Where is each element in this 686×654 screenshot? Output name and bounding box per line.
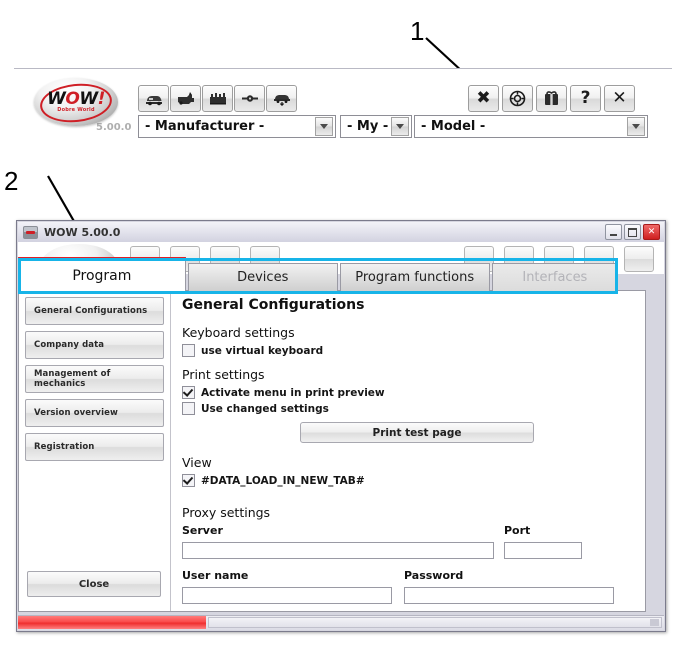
dialog-title: WOW 5.00.0 bbox=[44, 225, 121, 239]
username-input[interactable] bbox=[182, 587, 392, 604]
toolbar-close-button[interactable]: ✕ bbox=[604, 85, 635, 112]
toolbar-engine-button[interactable] bbox=[170, 85, 201, 112]
server-field-group: Server bbox=[182, 524, 494, 559]
checkbox-box[interactable] bbox=[182, 344, 195, 357]
checkbox-use-changed-settings[interactable]: Use changed settings bbox=[182, 402, 631, 415]
settings-icon bbox=[509, 90, 526, 107]
chevron-down-icon[interactable] bbox=[391, 117, 409, 136]
general-configurations-panel: General Configurations Keyboard settings… bbox=[172, 291, 645, 611]
tab-interfaces: Interfaces bbox=[491, 263, 618, 291]
sidebar-close-button[interactable]: Close bbox=[27, 571, 161, 597]
dialog-titlebar[interactable]: WOW 5.00.0 ✕ bbox=[18, 222, 664, 242]
logo-subtitle: Dobre World bbox=[57, 107, 95, 113]
checkbox-box[interactable] bbox=[182, 402, 195, 415]
checkbox-box[interactable] bbox=[182, 386, 195, 399]
window-close-button[interactable]: ✕ bbox=[643, 224, 660, 240]
checkbox-activate-menu-in-print-preview[interactable]: Activate menu in print preview bbox=[182, 386, 631, 399]
sidebar-item-management-of-mechanics[interactable]: Management of mechanics bbox=[25, 365, 164, 393]
window-controls: ✕ bbox=[605, 224, 664, 240]
tab-bar: Program Devices Program functions Interf… bbox=[18, 257, 618, 291]
print-test-page-button[interactable]: Print test page bbox=[300, 422, 534, 443]
checkbox-data-load-in-new-tab[interactable]: #DATA_LOAD_IN_NEW_TAB# bbox=[182, 474, 631, 487]
model-select[interactable]: - Model - bbox=[414, 115, 648, 138]
toolbar-settings-button[interactable] bbox=[502, 85, 533, 112]
package-icon bbox=[543, 90, 560, 107]
password-field-group: Password bbox=[404, 569, 614, 604]
logo-letter-excl: ! bbox=[97, 89, 106, 109]
proxy-server-row: Server Port bbox=[182, 524, 631, 559]
username-field-group: User name bbox=[182, 569, 392, 604]
server-input[interactable] bbox=[182, 542, 494, 559]
my-select[interactable]: - My - bbox=[340, 115, 412, 138]
toolbar-car-button[interactable] bbox=[138, 85, 169, 112]
close-icon: ✕ bbox=[612, 88, 627, 108]
proxy-credentials-row: User name Password bbox=[182, 569, 631, 604]
checkbox-label: use virtual keyboard bbox=[201, 344, 324, 357]
maximize-button[interactable] bbox=[624, 224, 641, 240]
maximize-icon bbox=[628, 227, 637, 237]
car-download-icon bbox=[272, 91, 292, 106]
sidebar-item-version-overview[interactable]: Version overview bbox=[25, 399, 164, 427]
chevron-down-icon[interactable] bbox=[627, 117, 645, 136]
logo-letter-o: O bbox=[65, 89, 80, 109]
section-title-print-settings: Print settings bbox=[182, 367, 265, 382]
checkbox-label: #DATA_LOAD_IN_NEW_TAB# bbox=[201, 474, 365, 487]
tab-program-functions[interactable]: Program functions bbox=[339, 263, 490, 291]
toolbar-tools-button[interactable]: ✖ bbox=[468, 85, 499, 112]
sidebar-item-general-configurations[interactable]: General Configurations bbox=[25, 297, 164, 325]
dialog-content-area: General Configurations Company data Mana… bbox=[18, 290, 646, 612]
password-label: Password bbox=[404, 569, 464, 582]
logo-version-text: 5.00.0 bbox=[96, 122, 132, 133]
application-icon bbox=[23, 225, 38, 239]
my-select-value: - My - bbox=[347, 119, 389, 134]
section-title-view: View bbox=[182, 455, 212, 470]
horizontal-scrollbar[interactable] bbox=[208, 617, 662, 628]
dialog-statusbar bbox=[18, 615, 664, 630]
checkbox-label: Activate menu in print preview bbox=[201, 386, 385, 399]
port-field-group: Port bbox=[504, 524, 582, 559]
minimize-button[interactable] bbox=[605, 224, 622, 240]
help-icon: ? bbox=[580, 88, 591, 108]
manufacturer-select[interactable]: - Manufacturer - bbox=[138, 115, 336, 138]
toolbar-shaft-button[interactable] bbox=[234, 85, 265, 112]
progress-indicator bbox=[18, 616, 206, 629]
port-label: Port bbox=[504, 524, 531, 537]
truck-icon bbox=[208, 91, 228, 106]
manufacturer-select-value: - Manufacturer - bbox=[145, 119, 265, 134]
page-title: General Configurations bbox=[182, 297, 365, 313]
toolbar-package-button[interactable] bbox=[536, 85, 567, 112]
tools-icon: ✖ bbox=[476, 88, 491, 108]
tab-devices[interactable]: Devices bbox=[187, 263, 338, 291]
engine-icon bbox=[176, 91, 196, 106]
logo-letter-w2: W bbox=[79, 89, 98, 109]
section-title-proxy-settings: Proxy settings bbox=[182, 505, 271, 520]
server-label: Server bbox=[182, 524, 223, 537]
model-select-value: - Model - bbox=[421, 119, 486, 134]
sidebar-item-company-data[interactable]: Company data bbox=[25, 331, 164, 359]
wow-logo: WOW! Dobre World bbox=[34, 78, 118, 126]
port-input[interactable] bbox=[504, 542, 582, 559]
logo-letter-w1: W bbox=[47, 89, 66, 109]
password-input[interactable] bbox=[404, 587, 614, 604]
checkbox-label: Use changed settings bbox=[201, 402, 329, 415]
minimize-icon bbox=[610, 233, 617, 236]
callout-number-2: 2 bbox=[4, 166, 19, 196]
checkbox-box[interactable] bbox=[182, 474, 195, 487]
inner-toolbar-button[interactable] bbox=[624, 246, 654, 272]
chevron-down-icon[interactable] bbox=[315, 117, 333, 136]
settings-sidebar: General Configurations Company data Mana… bbox=[19, 291, 171, 611]
car-icon bbox=[144, 91, 164, 106]
toolbar-truck-button[interactable] bbox=[202, 85, 233, 112]
section-title-keyboard-settings: Keyboard settings bbox=[182, 325, 295, 340]
scrollbar-grip[interactable] bbox=[650, 619, 659, 626]
tab-program[interactable]: Program bbox=[18, 257, 186, 291]
checkbox-use-virtual-keyboard[interactable]: use virtual keyboard bbox=[182, 344, 631, 357]
logo-wordmark: WOW! bbox=[34, 89, 118, 109]
toolbar-car-download-button[interactable] bbox=[266, 85, 297, 112]
shaft-icon bbox=[240, 91, 260, 106]
toolbar-help-button[interactable]: ? bbox=[570, 85, 601, 112]
sidebar-item-registration[interactable]: Registration bbox=[25, 433, 164, 461]
username-label: User name bbox=[182, 569, 249, 582]
